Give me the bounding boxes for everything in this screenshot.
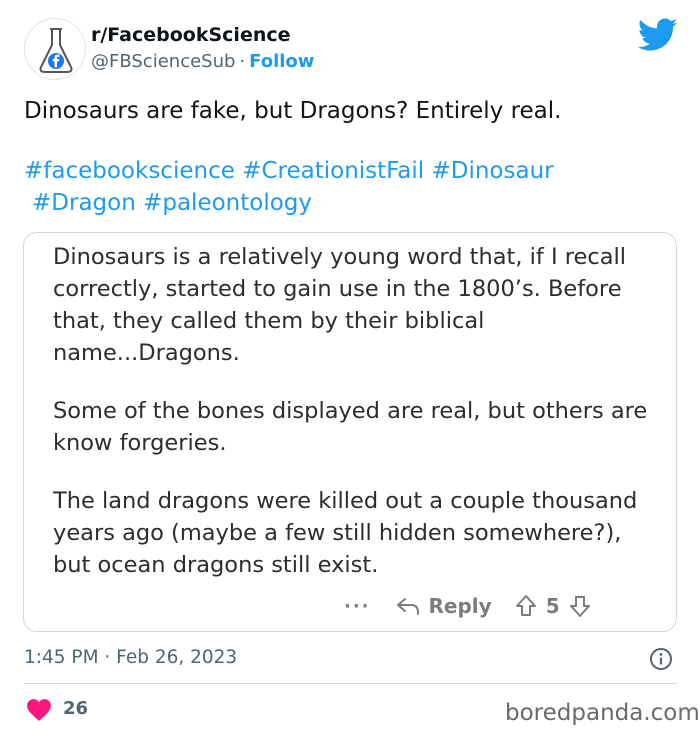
- reply-button[interactable]: Reply: [395, 594, 492, 618]
- comment-paragraph-1: Dinosaurs is a relatively young word tha…: [53, 244, 627, 366]
- reply-arrow-icon: [396, 598, 419, 615]
- hashtag-paleontology[interactable]: #paleontology: [143, 190, 312, 216]
- author-display-name[interactable]: r/FacebookScience: [91, 24, 291, 46]
- follow-button[interactable]: Follow: [249, 51, 314, 72]
- tweet-text: Dinosaurs are fake, but Dragons? Entirel…: [24, 98, 562, 124]
- embedded-comment-screenshot[interactable]: Dinosaurs is a relatively young word tha…: [23, 232, 677, 632]
- comment-paragraph-2: Some of the bones displayed are real, bu…: [53, 398, 648, 456]
- info-icon[interactable]: [649, 647, 673, 671]
- hashtag-dinosaur[interactable]: #Dinosaur: [431, 158, 553, 184]
- tweet-timestamp[interactable]: 1:45 PM · Feb 26, 2023: [24, 647, 237, 668]
- author-handle-row: @FBScienceSub · Follow: [91, 51, 314, 72]
- author-handle[interactable]: @FBScienceSub: [91, 51, 235, 72]
- hashtag-facebookscience[interactable]: #facebookscience: [24, 158, 235, 184]
- hashtag-dragon[interactable]: #Dragon: [32, 190, 136, 216]
- hashtag-list: #facebookscience #CreationistFail #Dinos…: [24, 155, 664, 219]
- downvote-arrow-icon[interactable]: [568, 594, 592, 618]
- heart-icon[interactable]: [26, 698, 52, 722]
- handle-separator: ·: [239, 51, 246, 72]
- reply-label: Reply: [428, 594, 492, 618]
- flask-facebook-avatar-icon: [39, 28, 73, 73]
- more-options-button[interactable]: ···: [344, 596, 371, 617]
- vote-controls: 5: [514, 594, 592, 618]
- like-count: 26: [63, 698, 89, 719]
- divider: [24, 683, 677, 684]
- watermark: boredpanda.com: [505, 700, 700, 726]
- avatar[interactable]: [24, 18, 86, 80]
- upvote-arrow-icon[interactable]: [514, 594, 538, 618]
- vote-count: 5: [545, 594, 560, 618]
- comment-paragraph-3: The land dragons were killed out a coupl…: [53, 488, 638, 578]
- hashtag-creationistfail[interactable]: #CreationistFail: [242, 158, 424, 184]
- twitter-bird-icon[interactable]: [638, 18, 678, 52]
- comment-action-bar: ··· Reply 5: [344, 591, 592, 621]
